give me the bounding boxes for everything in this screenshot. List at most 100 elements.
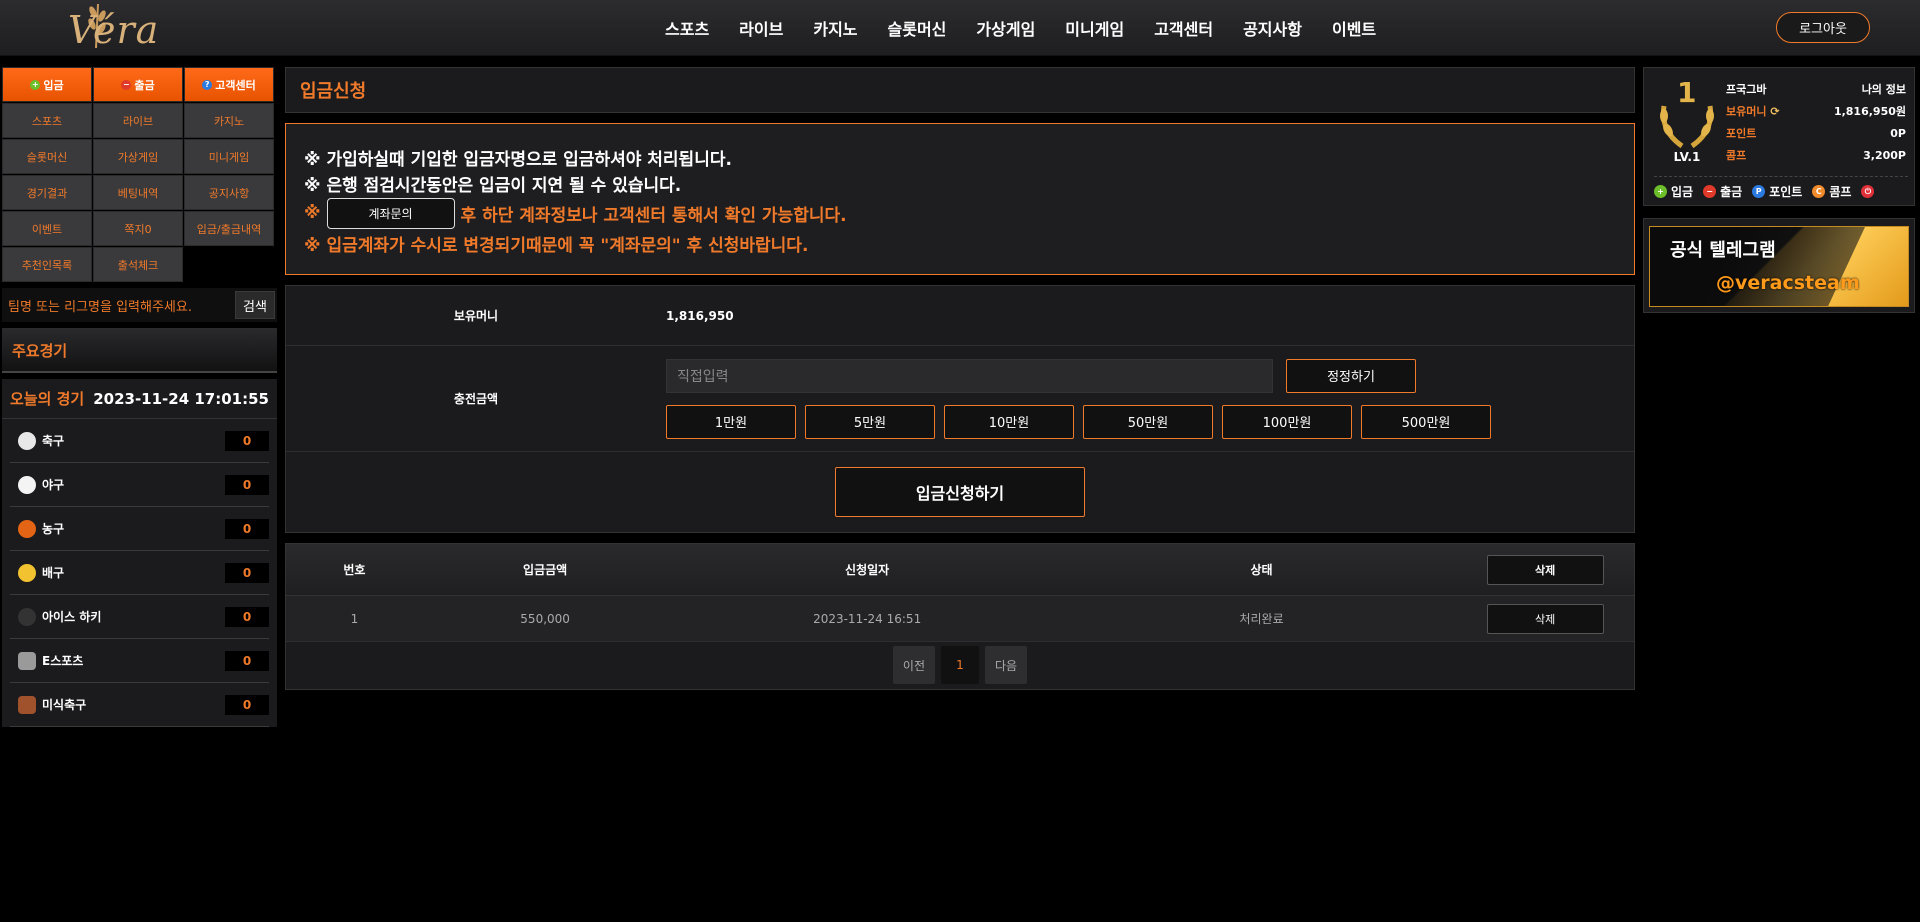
- gamepad-icon: [18, 651, 36, 670]
- row-no: 1: [350, 611, 359, 626]
- quick-withdraw[interactable]: − 출금: [1703, 183, 1742, 200]
- table-row: 1 550,000 2023-11-24 16:51 처리완료 삭제: [286, 596, 1634, 642]
- sidebar-item-sports[interactable]: 스포츠: [2, 103, 92, 138]
- nav-virtual-game[interactable]: 가상게임: [961, 16, 1050, 40]
- nav-slot[interactable]: 슬롯머신: [873, 16, 962, 40]
- amount-button-500k[interactable]: 50만원: [1083, 404, 1213, 439]
- my-info-link[interactable]: 나의 정보: [1862, 81, 1906, 97]
- pagination-prev[interactable]: 이전: [892, 646, 935, 684]
- header-no: 번호: [343, 563, 366, 577]
- pagination-next[interactable]: 다음: [985, 646, 1028, 684]
- amount-button-50k[interactable]: 5만원: [805, 404, 935, 439]
- sidebar-item-referrals[interactable]: 추천인목록: [2, 247, 92, 282]
- table-header: 번호 입금금액 신청일자 상태 삭제: [286, 544, 1634, 596]
- sport-name: 배구: [42, 566, 65, 580]
- rank-number: 1: [1677, 76, 1697, 109]
- row-amount: 550,000: [520, 611, 570, 626]
- sport-count-badge: 0: [225, 606, 269, 627]
- submit-deposit-button[interactable]: 입금신청하기: [835, 467, 1085, 517]
- nav-casino[interactable]: 카지노: [798, 16, 872, 40]
- sidebar-item-attendance[interactable]: 출석체크: [93, 247, 183, 282]
- baseball-icon: [18, 475, 36, 494]
- nav-live[interactable]: 라이브: [724, 16, 798, 40]
- row-date: 2023-11-24 16:51: [813, 611, 922, 626]
- sidebar-item-mini-game[interactable]: 미니게임: [184, 139, 274, 174]
- withdraw-label: 출금: [134, 78, 155, 92]
- money-label: 보유머니 ⟳: [1726, 103, 1780, 119]
- quick-point[interactable]: P 포인트: [1752, 183, 1802, 200]
- list-item[interactable]: 배구 0: [10, 551, 269, 595]
- site-logo[interactable]: Véra: [60, 2, 170, 54]
- nav-mini-game[interactable]: 미니게임: [1050, 16, 1139, 40]
- amount-button-1m[interactable]: 100만원: [1222, 404, 1352, 439]
- sidebar-item-transaction-history[interactable]: 입금/출금내역: [184, 211, 274, 246]
- list-item[interactable]: 농구 0: [10, 507, 269, 551]
- major-games-header[interactable]: 주요경기: [2, 328, 277, 373]
- sidebar-item-slot[interactable]: 슬롯머신: [2, 139, 92, 174]
- nav-notice[interactable]: 공지사항: [1228, 16, 1317, 40]
- telegram-title: 공식 텔레그램: [1670, 240, 1776, 261]
- list-item[interactable]: 아이스 하키 0: [10, 595, 269, 639]
- sport-count-badge: 0: [225, 562, 269, 583]
- sport-count-badge: 0: [225, 694, 269, 715]
- sidebar-item-live[interactable]: 라이브: [93, 103, 183, 138]
- point-label: 포인트: [1726, 127, 1757, 140]
- sidebar-item-bet-history[interactable]: 베팅내역: [93, 175, 183, 210]
- sport-name: 농구: [42, 522, 65, 536]
- today-games-header: 오늘의 경기 2023-11-24 17:01:55: [2, 379, 277, 419]
- pagination: 이전 1 다음: [286, 642, 1634, 688]
- row-delete-button[interactable]: 삭제: [1486, 603, 1604, 634]
- refresh-icon[interactable]: ⟳: [1770, 105, 1779, 118]
- soccer-ball-icon: [18, 431, 36, 450]
- sidebar-item-casino[interactable]: 카지노: [184, 103, 274, 138]
- nav-sports[interactable]: 스포츠: [650, 16, 724, 40]
- point-icon: P: [1752, 185, 1766, 198]
- deposit-button[interactable]: + 입금: [2, 67, 92, 102]
- list-item[interactable]: E스포츠 0: [10, 639, 269, 683]
- search-button[interactable]: 검색: [235, 291, 275, 319]
- team-search: 팀명 또는 리그명을 입력해주세요. 검색: [2, 288, 277, 322]
- quick-deposit[interactable]: + 입금: [1654, 183, 1693, 200]
- quick-power[interactable]: ⏻: [1861, 183, 1878, 200]
- american-football-icon: [18, 695, 36, 714]
- customer-center-button[interactable]: ? 고객센터: [184, 67, 274, 102]
- holding-money-value: 1,816,950: [666, 308, 734, 323]
- list-item[interactable]: 미식축구 0: [10, 683, 269, 727]
- amount-button-5m[interactable]: 500만원: [1361, 404, 1491, 439]
- pagination-page-current[interactable]: 1: [941, 646, 979, 684]
- question-icon: ?: [202, 79, 213, 90]
- user-name: 프국그바: [1726, 83, 1767, 96]
- notice-line-3-text: 후 하단 계좌정보나 고객센터 통해서 확인 가능합니다.: [460, 205, 847, 226]
- account-inquiry-button[interactable]: 계좌문의: [326, 197, 455, 229]
- team-search-input[interactable]: 팀명 또는 리그명을 입력해주세요.: [2, 296, 235, 315]
- amount-input[interactable]: 직접입력: [666, 358, 1273, 393]
- deposit-label: 입금: [43, 78, 64, 92]
- list-item[interactable]: 축구 0: [10, 419, 269, 463]
- sidebar-item-notice[interactable]: 공지사항: [184, 175, 274, 210]
- sidebar-item-results[interactable]: 경기결과: [2, 175, 92, 210]
- money-label-text: 보유머니: [1726, 105, 1767, 118]
- sidebar-item-virtual-game[interactable]: 가상게임: [93, 139, 183, 174]
- row-status: 처리완료: [1239, 612, 1284, 626]
- logout-button[interactable]: 로그아웃: [1776, 12, 1870, 43]
- list-item[interactable]: 야구 0: [10, 463, 269, 507]
- withdraw-button[interactable]: − 출금: [93, 67, 183, 102]
- user-info-panel: 1 LV.1 프국그바 나의 정보 보유머니 ⟳ 1,816,950원 포인트 0P …: [1643, 67, 1915, 206]
- reset-button[interactable]: 정정하기: [1286, 358, 1416, 393]
- telegram-banner[interactable]: 공식 텔레그램 @veracsteam: [1643, 218, 1915, 313]
- plus-icon: +: [30, 79, 41, 90]
- quick-comp[interactable]: C 콤프: [1812, 183, 1851, 200]
- row-delete-cell: 삭제: [1456, 603, 1634, 634]
- nav-customer-center[interactable]: 고객센터: [1139, 16, 1228, 40]
- sidebar-item-event[interactable]: 이벤트: [2, 211, 92, 246]
- telegram-banner-image: 공식 텔레그램 @veracsteam: [1649, 226, 1909, 307]
- user-quick-links: + 입금 − 출금 P 포인트 C 콤프 ⏻: [1654, 176, 1908, 200]
- nav-event[interactable]: 이벤트: [1317, 16, 1391, 40]
- header-date: 신청일자: [845, 563, 890, 577]
- main-nav: 스포츠 라이브 카지노 슬롯머신 가상게임 미니게임 고객센터 공지사항 이벤트: [650, 0, 1391, 56]
- notice-line-1: ※ 가입하실때 기입한 입금자명으로 입금하셔야 처리됩니다.: [304, 149, 732, 170]
- sidebar-item-messages[interactable]: 쪽지0: [93, 211, 183, 246]
- delete-all-button[interactable]: 삭제: [1486, 554, 1604, 585]
- amount-button-10k[interactable]: 1만원: [666, 404, 796, 439]
- amount-button-100k[interactable]: 10만원: [944, 404, 1074, 439]
